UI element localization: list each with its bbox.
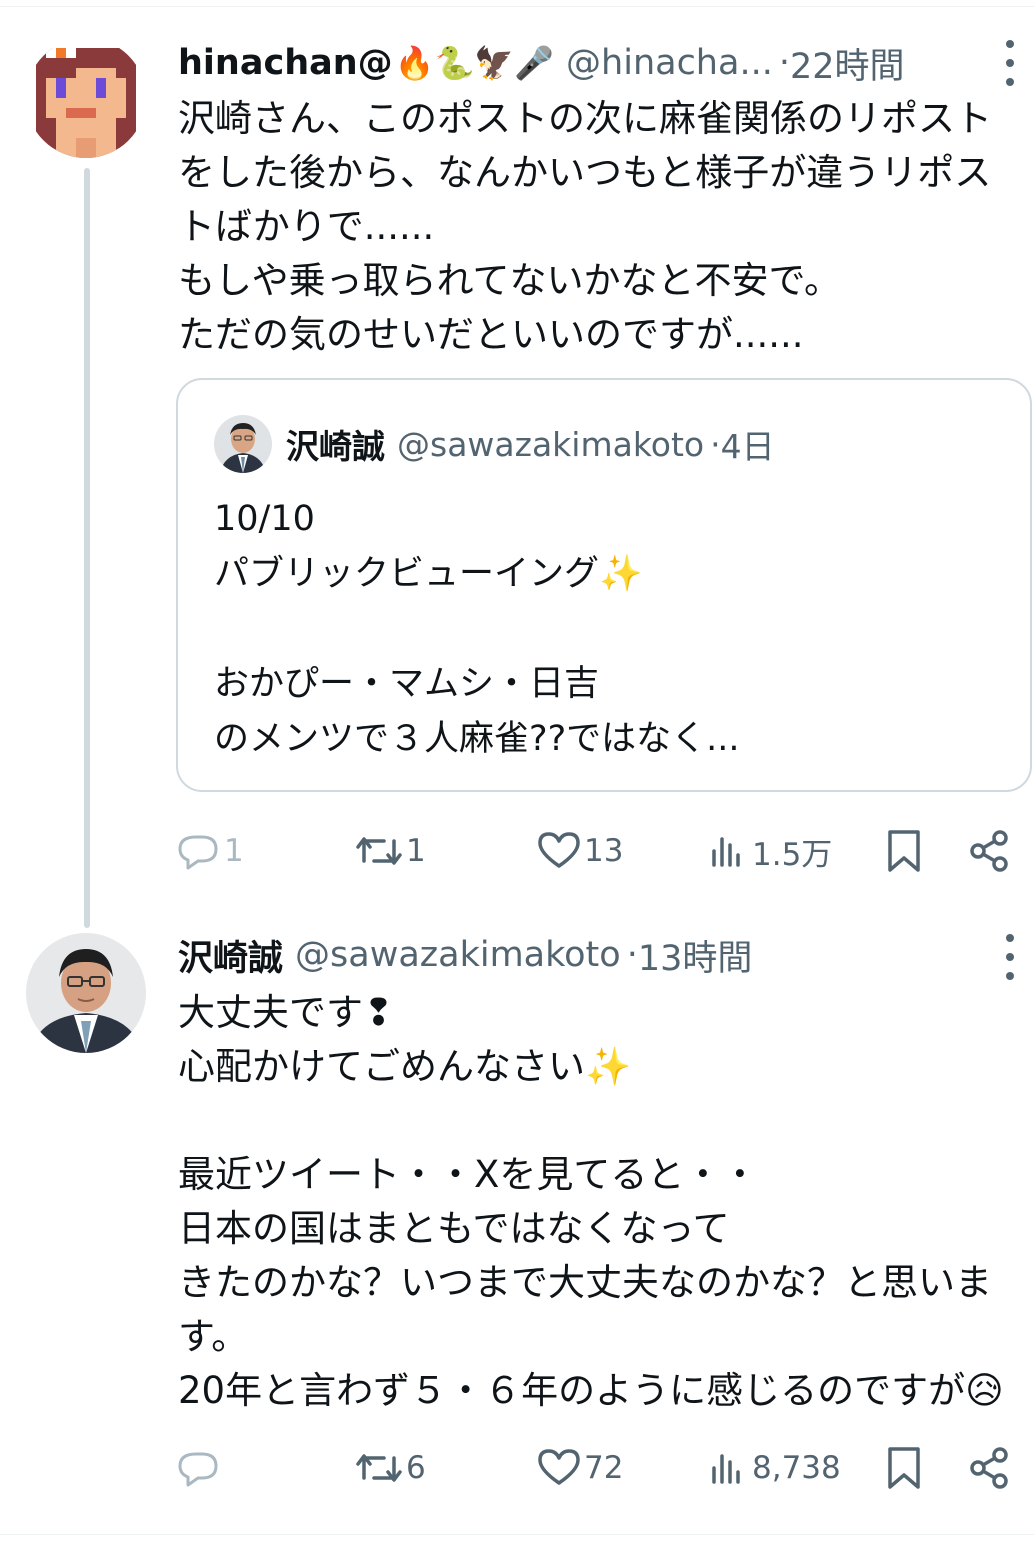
bookmark-icon (888, 830, 920, 872)
tweet1-author-emojis: 🔥🐍🦅🎤 (394, 44, 555, 82)
share-icon (970, 1447, 1008, 1489)
top-divider (0, 6, 1034, 7)
quoted-tweet-author-handle: @sawazakimakoto (397, 424, 705, 464)
tweet2-bookmark-button[interactable] (884, 1440, 924, 1496)
repost-icon (356, 837, 402, 865)
tweet1-reply-button[interactable]: 1 (176, 823, 244, 879)
tweet1-more-icon[interactable] (990, 40, 1030, 86)
tweet2-header: 沢崎誠 @sawazakimakoto · 13時間 (178, 927, 752, 983)
tweet1-view-count: 1.5万 (752, 836, 833, 873)
reply-icon (178, 835, 218, 870)
tweet2-text: 大丈夫です❢ 心配かけてごめんなさい✨ 最近ツイート・・Xを見てると・・ 日本の… (178, 991, 1004, 1412)
bookmark-icon (888, 1447, 920, 1489)
separator-dot: · (626, 935, 638, 975)
avatar-hinachan[interactable] (26, 38, 146, 158)
quoted-tweet-text: 10/10 パブリックビューイング✨ おかぴー・マムシ・日吉 のメンツで３人麻雀… (214, 499, 740, 759)
share-icon (970, 830, 1008, 872)
repost-icon (356, 1454, 402, 1482)
tweet2-author-handle[interactable]: @sawazakimakoto (295, 935, 621, 975)
separator-dot: · (710, 424, 721, 464)
tweet2-author-name[interactable]: 沢崎誠 (178, 930, 283, 981)
tweet1-like-button[interactable]: 13 (536, 823, 623, 879)
quoted-tweet-avatar (214, 415, 272, 473)
tweet1-repost-button[interactable]: 1 (354, 823, 426, 879)
tweet1-header: hinachan@ 🔥🐍🦅🎤 @hinacha... · 22時間 (178, 35, 905, 91)
tweet1-repost-count: 1 (406, 833, 426, 869)
tweet2-like-count: 72 (584, 1450, 624, 1486)
bottom-divider (0, 1534, 1034, 1535)
tweet1-bookmark-button[interactable] (884, 823, 924, 879)
quoted-tweet-header: 沢崎誠 @sawazakimakoto · 4日 (214, 415, 775, 473)
tweet2-view-count: 8,738 (752, 1450, 841, 1486)
tweet2-more-icon[interactable] (990, 934, 1030, 980)
tweet2-reply-button[interactable] (176, 1440, 222, 1496)
tweet1-action-bar: 1 1 13 1.5万 (176, 823, 1026, 879)
tweet2-timestamp[interactable]: 13時間 (638, 930, 753, 981)
tweet2-share-button[interactable] (968, 1440, 1012, 1496)
quoted-tweet-card[interactable]: 沢崎誠 @sawazakimakoto · 4日 10/10 パブリックビューイ… (176, 378, 1032, 792)
thread-connector-line (84, 168, 90, 928)
views-icon (712, 837, 740, 867)
tweet1-author-handle[interactable]: @hinacha... (566, 43, 773, 83)
tweet1-timestamp[interactable]: 22時間 (790, 38, 905, 89)
tweet1-text: 沢崎さん、このポストの次に麻雀関係のリポスト をした後から、なんかいつもと様子が… (178, 97, 992, 356)
tweet2-action-bar: 6 72 8,738 (176, 1440, 1026, 1496)
views-icon (712, 1454, 740, 1484)
tweet1-reply-count: 1 (224, 833, 244, 869)
tweet2-repost-count: 6 (406, 1450, 426, 1486)
reply-icon (178, 1452, 218, 1487)
tweet1-like-count: 13 (584, 833, 624, 869)
quoted-tweet-timestamp: 4日 (720, 427, 775, 466)
quoted-tweet-author-name: 沢崎誠 (286, 427, 385, 466)
tweet2-repost-button[interactable]: 6 (354, 1440, 426, 1496)
separator-dot: · (778, 43, 790, 83)
tweet1-share-button[interactable] (968, 823, 1012, 879)
heart-icon (538, 832, 580, 868)
tweet2-like-button[interactable]: 72 (536, 1440, 623, 1496)
tweet1-author-name[interactable]: hinachan@ (178, 43, 393, 83)
tweet2-views-button[interactable]: 8,738 (708, 1440, 841, 1496)
heart-icon (538, 1449, 580, 1485)
avatar-sawazaki[interactable] (26, 933, 146, 1053)
tweet1-views-button[interactable]: 1.5万 (708, 823, 832, 879)
